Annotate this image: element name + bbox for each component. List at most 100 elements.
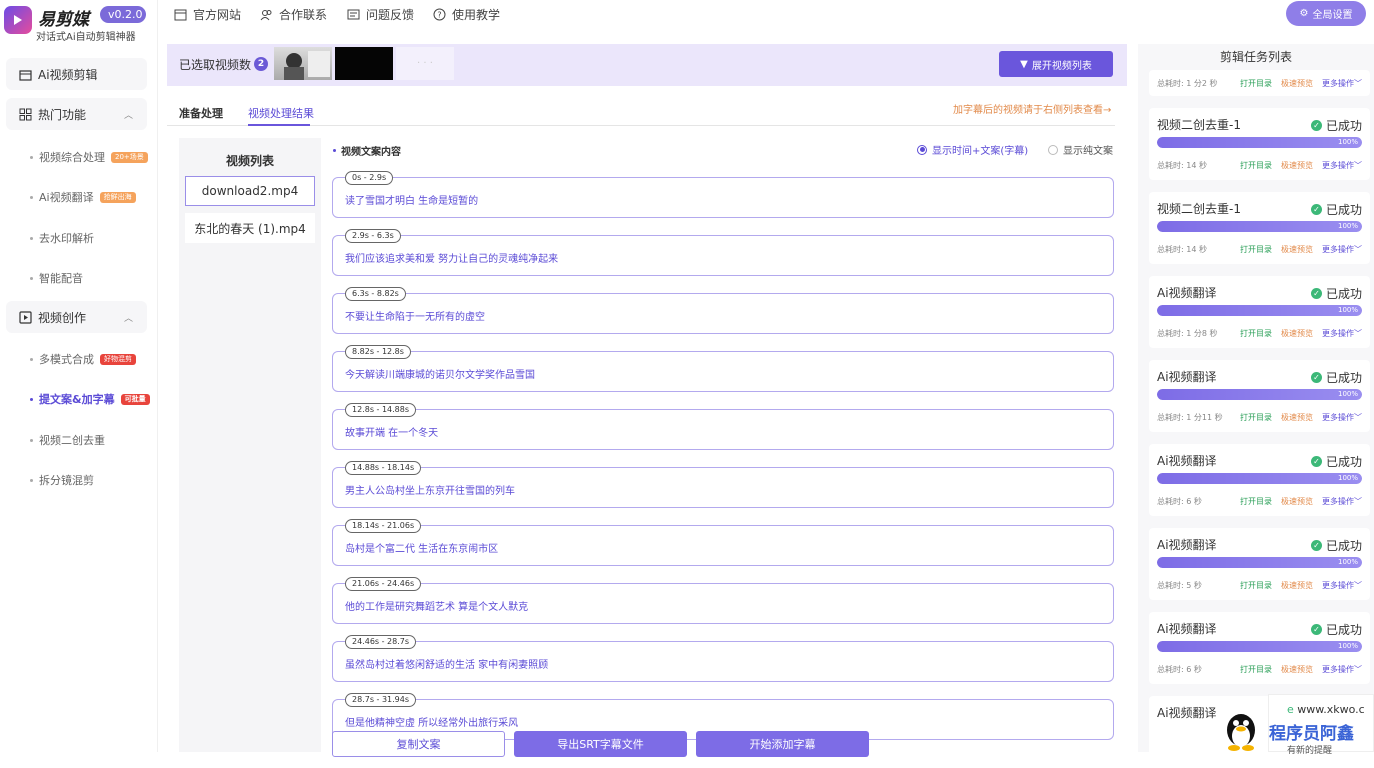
nav-ai-video-edit[interactable]: Ai视频剪辑 bbox=[6, 58, 147, 90]
task-progress-label: 100% bbox=[1337, 642, 1358, 650]
copy-text-button[interactable]: 复制文案 bbox=[332, 731, 505, 757]
nav-item-dedupe[interactable]: 视频二创去重 bbox=[30, 432, 105, 448]
nav-item-watermark[interactable]: 去水印解析 bbox=[30, 230, 94, 246]
official-site-link[interactable]: 官方网站 bbox=[174, 6, 241, 23]
global-settings-button[interactable]: ⚙ 全局设置 bbox=[1286, 1, 1366, 26]
more-actions-link[interactable]: 更多操作﹀ bbox=[1322, 580, 1362, 591]
chevron-up-icon: ︿ bbox=[123, 110, 133, 121]
tab-result[interactable]: 视频处理结果 bbox=[248, 105, 314, 121]
video-list-item[interactable]: download2.mp4 bbox=[185, 176, 315, 206]
penguin-mascot-icon bbox=[1222, 710, 1260, 752]
expand-video-list-button[interactable]: ▼ 展开视频列表 bbox=[999, 51, 1113, 77]
preview-link[interactable]: 极速预览 bbox=[1281, 160, 1313, 171]
feedback-link[interactable]: 问题反馈 bbox=[347, 6, 414, 23]
segment-text[interactable]: 读了雪国才明白 生命是短暂的 bbox=[345, 192, 478, 207]
preview-link[interactable]: 极速预览 bbox=[1281, 580, 1313, 591]
open-dir-link[interactable]: 打开目录 bbox=[1240, 580, 1272, 591]
video-thumbnail[interactable] bbox=[335, 47, 393, 80]
segment-text[interactable]: 男主人公岛村坐上东京开往雪国的列车 bbox=[345, 482, 515, 497]
radio-plain-text[interactable]: 显示纯文案 bbox=[1048, 142, 1113, 157]
nav-item-dubbing[interactable]: 智能配音 bbox=[30, 270, 83, 286]
segment-text[interactable]: 今天解读川端康城的诺贝尔文学奖作品雪国 bbox=[345, 366, 535, 381]
watermark-overlay: e www.xkwo.c 程序员阿鑫 有新的提醒 bbox=[1268, 694, 1374, 756]
task-name: Ai视频翻译 bbox=[1157, 454, 1217, 468]
subtitle-segment[interactable]: 8.82s - 12.8s 今天解读川端康城的诺贝尔文学奖作品雪国 bbox=[332, 345, 1114, 392]
open-dir-link[interactable]: 打开目录 bbox=[1240, 328, 1272, 339]
nav-hot-features[interactable]: 热门功能 ︿ bbox=[6, 98, 147, 130]
video-list-item[interactable]: 东北的春天 (1).mp4 bbox=[185, 213, 315, 243]
tab-prepare[interactable]: 准备处理 bbox=[179, 105, 223, 121]
start-add-subtitle-button[interactable]: 开始添加字幕 bbox=[696, 731, 869, 757]
task-list-title: 剪辑任务列表 bbox=[1219, 50, 1292, 64]
video-thumbnail[interactable] bbox=[274, 47, 332, 80]
segment-text[interactable]: 虽然岛村过着悠闲舒适的生活 家中有闲妻照顾 bbox=[345, 656, 548, 671]
subtitle-segment[interactable]: 2.9s - 6.3s 我们应该追求美和爱 努力让自己的灵魂纯净起来 bbox=[332, 229, 1114, 276]
cooperation-link[interactable]: 合作联系 bbox=[260, 6, 327, 23]
nav-video-creation[interactable]: 视频创作 ︿ bbox=[6, 301, 147, 333]
subtitle-segment[interactable]: 0s - 2.9s 读了雪国才明白 生命是短暂的 bbox=[332, 171, 1114, 218]
segment-text[interactable]: 他的工作是研究舞蹈艺术 算是个文人默克 bbox=[345, 598, 528, 613]
more-actions-link[interactable]: 更多操作﹀ bbox=[1322, 496, 1362, 507]
segment-text[interactable]: 故事开端 在一个冬天 bbox=[345, 424, 438, 439]
nav-item-subtitle[interactable]: 提文案&加字幕 可批量 bbox=[30, 391, 150, 407]
more-actions-link[interactable]: 更多操作﹀ bbox=[1322, 412, 1362, 423]
nav-group-label: Ai视频剪辑 bbox=[38, 67, 98, 82]
segment-text[interactable]: 但是他精神空虚 所以经常外出旅行采风 bbox=[345, 714, 518, 729]
preview-link[interactable]: 极速预览 bbox=[1281, 496, 1313, 507]
open-dir-link[interactable]: 打开目录 bbox=[1240, 244, 1272, 255]
task-duration: 总耗时: 6 秒 bbox=[1157, 497, 1202, 506]
task-status: ✓ 已成功 bbox=[1310, 537, 1362, 554]
task-status: ✓ 已成功 bbox=[1310, 621, 1362, 638]
subtitle-segment[interactable]: 6.3s - 8.82s 不要让生命陷于一无所有的虚空 bbox=[332, 287, 1114, 334]
nav-item-split[interactable]: 拆分镜混剪 bbox=[30, 472, 94, 488]
more-actions-link[interactable]: 更多操作﹀ bbox=[1322, 78, 1362, 89]
nav-item-ai-translate[interactable]: Ai视频翻译 抢鲜出海 bbox=[30, 189, 136, 205]
more-actions-link[interactable]: 更多操作﹀ bbox=[1322, 160, 1362, 171]
task-progress-label: 100% bbox=[1337, 558, 1358, 566]
app-logo-icon bbox=[4, 6, 32, 34]
preview-link[interactable]: 极速预览 bbox=[1281, 664, 1313, 675]
preview-link[interactable]: 极速预览 bbox=[1281, 328, 1313, 339]
browser-icon: e bbox=[1287, 703, 1294, 716]
segment-text[interactable]: 岛村是个富二代 生活在东京闹市区 bbox=[345, 540, 498, 555]
more-actions-link[interactable]: 更多操作﹀ bbox=[1322, 328, 1362, 339]
task-name: Ai视频翻译 bbox=[1157, 706, 1217, 720]
subtitle-segment[interactable]: 12.8s - 14.88s 故事开端 在一个冬天 bbox=[332, 403, 1114, 450]
help-icon: ? bbox=[433, 8, 446, 21]
segment-time: 14.88s - 18.14s bbox=[345, 461, 422, 475]
segment-time: 21.06s - 24.46s bbox=[345, 577, 422, 591]
preview-link[interactable]: 极速预览 bbox=[1281, 78, 1313, 89]
task-status: ✓ 已成功 bbox=[1310, 285, 1362, 302]
nav-item-multimode[interactable]: 多模式合成 好物混剪 bbox=[30, 351, 136, 367]
subtitle-segment[interactable]: 21.06s - 24.46s 他的工作是研究舞蹈艺术 算是个文人默克 bbox=[332, 577, 1114, 624]
subtitle-segment[interactable]: 24.46s - 28.7s 虽然岛村过着悠闲舒适的生活 家中有闲妻照顾 bbox=[332, 635, 1114, 682]
export-srt-button[interactable]: 导出SRT字幕文件 bbox=[514, 731, 687, 757]
segment-time: 24.46s - 28.7s bbox=[345, 635, 417, 649]
preview-link[interactable]: 极速预览 bbox=[1281, 412, 1313, 423]
radio-time-text[interactable]: 显示时间+文案(字幕) bbox=[917, 142, 1028, 157]
open-dir-link[interactable]: 打开目录 bbox=[1240, 496, 1272, 507]
subtitle-segment[interactable]: 18.14s - 21.06s 岛村是个富二代 生活在东京闹市区 bbox=[332, 519, 1114, 566]
segment-time: 12.8s - 14.88s bbox=[345, 403, 417, 417]
message-icon bbox=[347, 9, 360, 21]
open-dir-link[interactable]: 打开目录 bbox=[1240, 160, 1272, 171]
subtitle-segment[interactable]: 14.88s - 18.14s 男主人公岛村坐上东京开往雪国的列车 bbox=[332, 461, 1114, 508]
open-dir-link[interactable]: 打开目录 bbox=[1240, 664, 1272, 675]
open-dir-link[interactable]: 打开目录 bbox=[1240, 412, 1272, 423]
task-status: ✓ 已成功 bbox=[1310, 453, 1362, 470]
task-name: Ai视频翻译 bbox=[1157, 622, 1217, 636]
task-card: Ai视频翻译 ✓ 已成功 100% 总耗时: 1 分11 秒 打开目录 极速预览 更多操作﹀ bbox=[1149, 360, 1370, 432]
preview-link[interactable]: 极速预览 bbox=[1281, 244, 1313, 255]
task-duration: 总耗时: 6 秒 bbox=[1157, 665, 1202, 674]
tutorial-link[interactable]: ? 使用教学 bbox=[433, 6, 500, 23]
batch-tag: 可批量 bbox=[120, 393, 150, 405]
nav-item-video-process[interactable]: 视频综合处理 20+场景 bbox=[30, 149, 148, 165]
segment-text[interactable]: 不要让生命陷于一无所有的虚空 bbox=[345, 308, 485, 323]
task-progress-bar bbox=[1157, 137, 1362, 148]
task-name: Ai视频翻译 bbox=[1157, 538, 1217, 552]
open-dir-link[interactable]: 打开目录 bbox=[1240, 78, 1272, 89]
svg-text:?: ? bbox=[437, 11, 441, 20]
segment-text[interactable]: 我们应该追求美和爱 努力让自己的灵魂纯净起来 bbox=[345, 250, 558, 265]
more-actions-link[interactable]: 更多操作﹀ bbox=[1322, 664, 1362, 675]
more-actions-link[interactable]: 更多操作﹀ bbox=[1322, 244, 1362, 255]
